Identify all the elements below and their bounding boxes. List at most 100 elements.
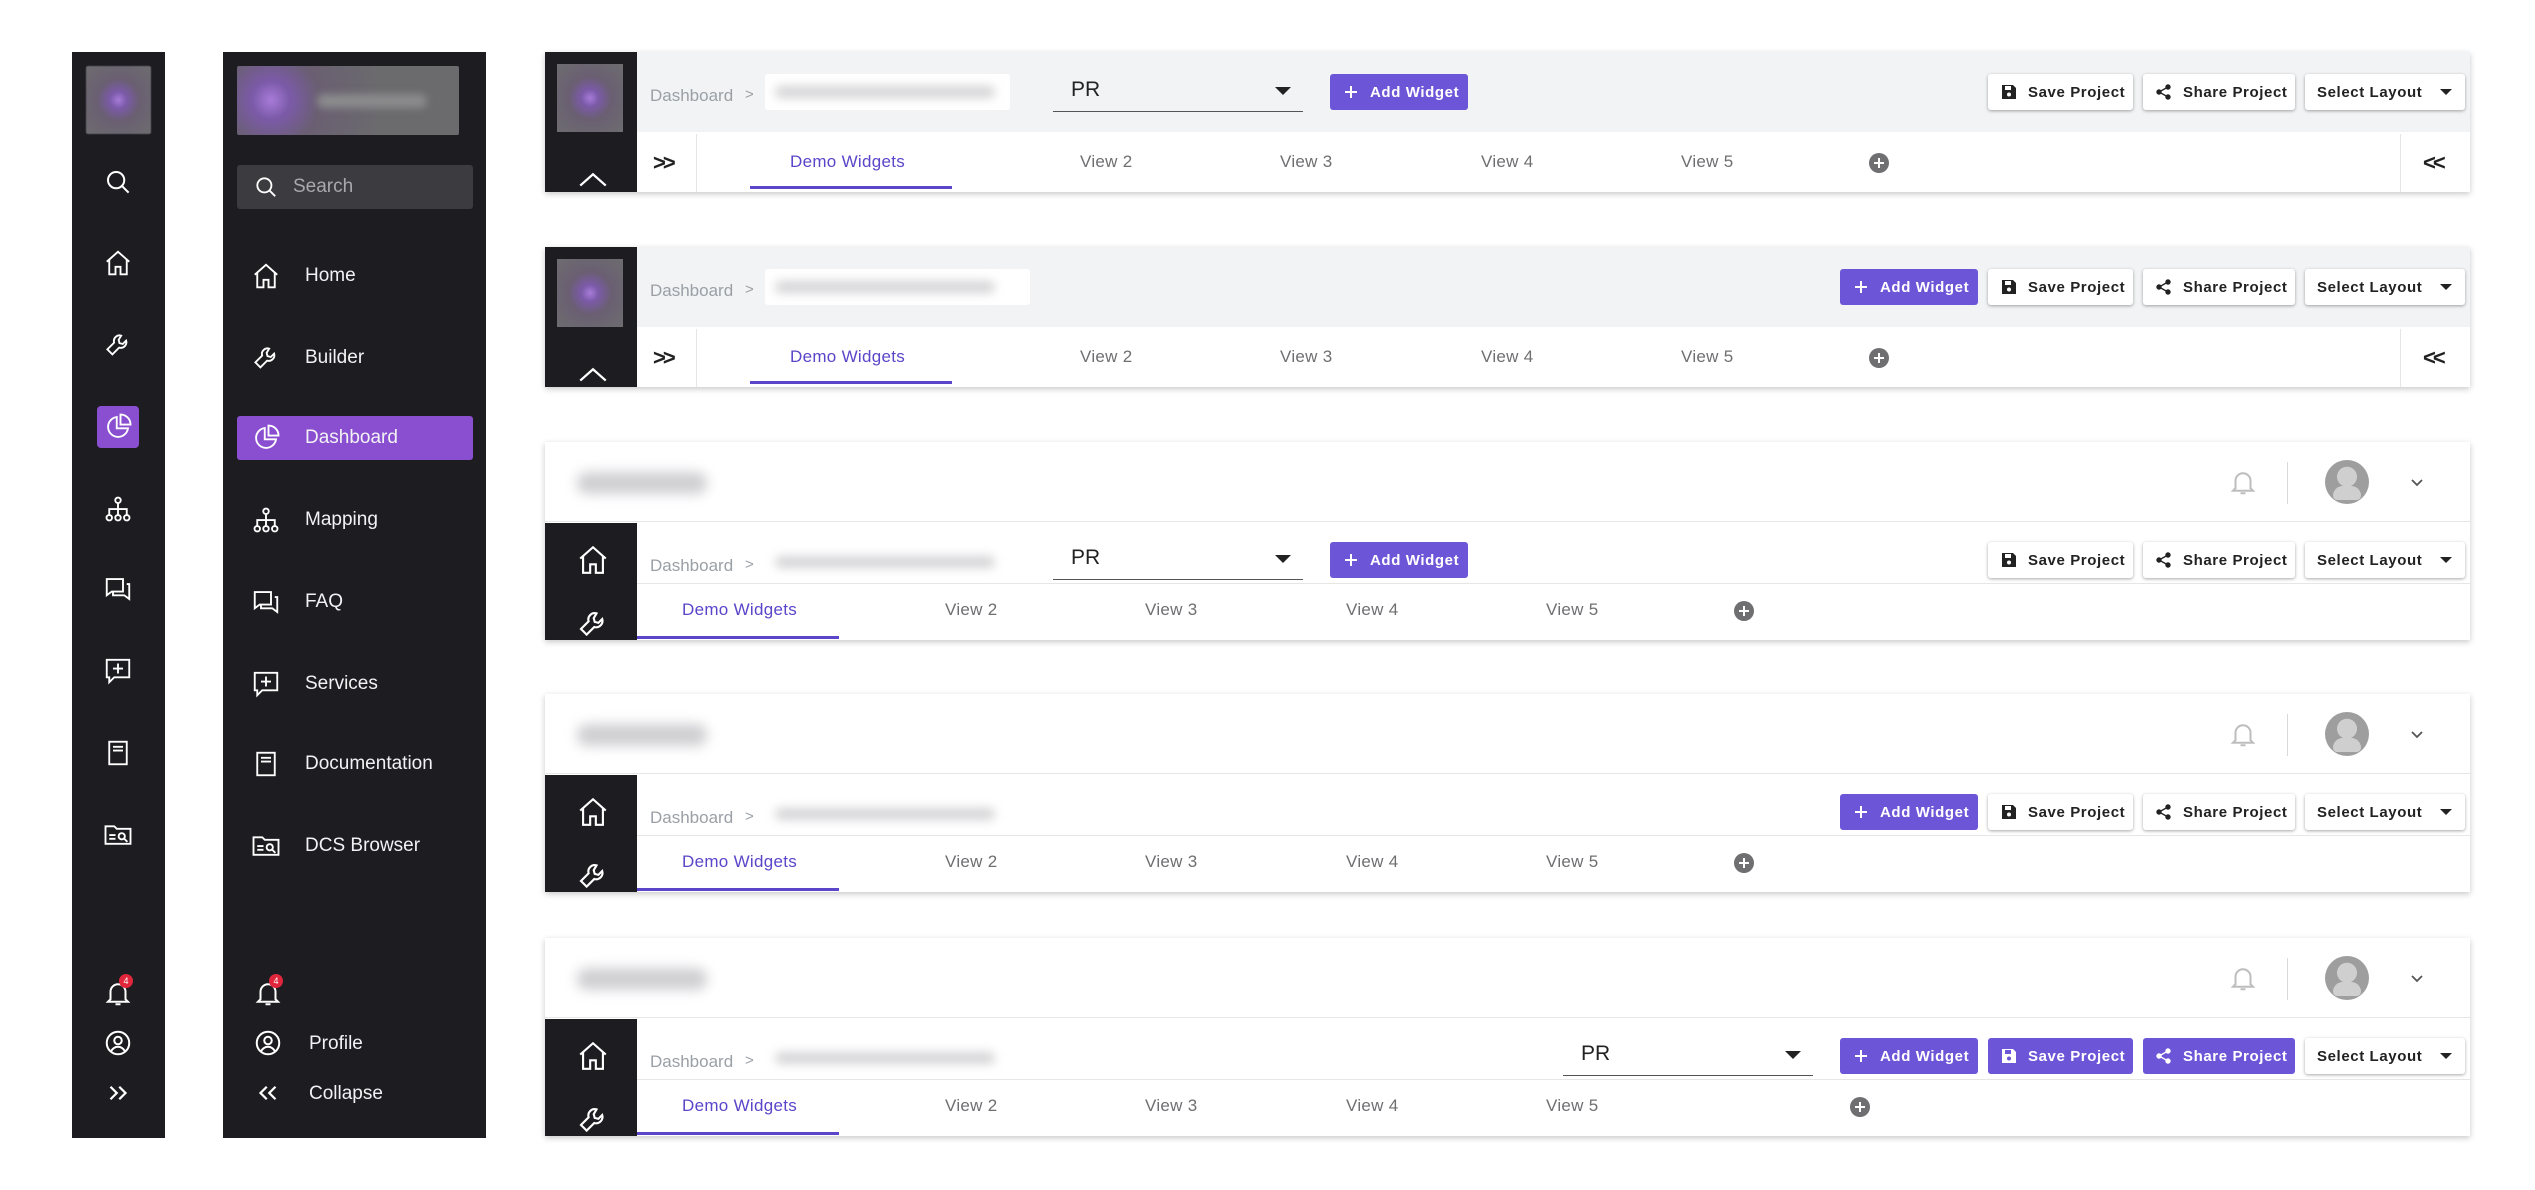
tab-view-3[interactable]: View 3 (1145, 600, 1198, 620)
save-project-button[interactable]: Save Project (1988, 269, 2133, 305)
tab-view-3[interactable]: View 3 (1280, 347, 1333, 367)
tab-view-5[interactable]: View 5 (1546, 1096, 1599, 1116)
home-icon[interactable] (576, 795, 610, 829)
breadcrumb-root[interactable]: Dashboard (650, 86, 733, 106)
tab-view-2[interactable]: View 2 (1080, 152, 1133, 172)
bell-icon[interactable] (2228, 467, 2258, 497)
add-widget-button[interactable]: Add Widget (1330, 74, 1468, 110)
chevron-down-icon[interactable] (2407, 968, 2427, 988)
home-icon[interactable] (576, 543, 610, 577)
save-project-button[interactable]: Save Project (1988, 542, 2133, 578)
avatar[interactable] (2325, 460, 2369, 504)
sidebar-item-mapping[interactable] (97, 488, 139, 530)
tab-demo-widgets[interactable]: Demo Widgets (790, 347, 905, 367)
sidebar-item-documentation[interactable] (97, 732, 139, 774)
share-project-button[interactable]: Share Project (2143, 542, 2295, 578)
breadcrumb-project[interactable] (765, 74, 1010, 110)
breadcrumb-root[interactable]: Dashboard (650, 281, 733, 301)
breadcrumb-project[interactable] (765, 1040, 1010, 1076)
wrench-icon[interactable] (576, 859, 610, 892)
add-widget-button[interactable]: Add Widget (1840, 269, 1978, 305)
search-button[interactable] (97, 161, 139, 203)
notifications-button[interactable]: 4 (97, 972, 139, 1014)
bell-icon[interactable] (2228, 719, 2258, 749)
breadcrumb-root[interactable]: Dashboard (650, 556, 733, 576)
breadcrumb-project[interactable] (765, 796, 1010, 832)
share-project-button[interactable]: Share Project (2143, 269, 2295, 305)
sidebar-item-services[interactable] (97, 650, 139, 692)
save-project-button[interactable]: Save Project (1988, 74, 2133, 110)
profile-button[interactable] (97, 1022, 139, 1064)
tab-demo-widgets[interactable]: Demo Widgets (790, 152, 905, 172)
profile-label[interactable]: Profile (309, 1033, 363, 1055)
chevron-down-icon[interactable] (2407, 472, 2427, 492)
project-select[interactable]: PR (1563, 1036, 1813, 1076)
add-tab-icon[interactable] (1868, 347, 1890, 369)
wrench-icon[interactable] (576, 607, 610, 640)
project-thumbnail[interactable] (557, 259, 623, 327)
sidebar-item-home[interactable] (97, 242, 139, 284)
app-logo[interactable] (237, 66, 459, 135)
select-layout-dropdown[interactable]: Select Layout (2305, 542, 2465, 578)
project-select[interactable]: PR (1053, 540, 1303, 580)
home-icon[interactable] (576, 365, 610, 387)
collapse-panel-button[interactable]: << (2400, 329, 2470, 387)
tab-view-3[interactable]: View 3 (1145, 852, 1198, 872)
sidebar-item-faq[interactable]: FAQ (237, 580, 473, 624)
tab-view-5[interactable]: View 5 (1546, 852, 1599, 872)
avatar[interactable] (2325, 956, 2369, 1000)
sidebar-item-mapping[interactable]: Mapping (237, 498, 473, 542)
select-layout-dropdown[interactable]: Select Layout (2305, 269, 2465, 305)
project-select[interactable]: PR (1053, 72, 1303, 112)
share-project-button[interactable]: Share Project (2143, 794, 2295, 830)
expand-panel-button[interactable]: >> (637, 134, 697, 192)
share-project-button[interactable]: Share Project (2143, 74, 2295, 110)
sidebar-item-dashboard[interactable]: Dashboard (237, 416, 473, 460)
tab-view-4[interactable]: View 4 (1481, 347, 1534, 367)
add-tab-icon[interactable] (1733, 600, 1755, 622)
tab-view-4[interactable]: View 4 (1346, 852, 1399, 872)
tab-view-3[interactable]: View 3 (1145, 1096, 1198, 1116)
tab-view-5[interactable]: View 5 (1681, 152, 1734, 172)
save-project-button[interactable]: Save Project (1988, 1038, 2133, 1074)
project-thumbnail[interactable] (557, 64, 623, 132)
notifications-button[interactable]: 4 (247, 972, 289, 1014)
add-widget-button[interactable]: Add Widget (1840, 1038, 1978, 1074)
add-tab-icon[interactable] (1733, 852, 1755, 874)
tab-view-5[interactable]: View 5 (1546, 600, 1599, 620)
select-layout-dropdown[interactable]: Select Layout (2305, 794, 2465, 830)
tab-demo-widgets[interactable]: Demo Widgets (682, 600, 797, 620)
bell-icon[interactable] (2228, 963, 2258, 993)
home-icon[interactable] (576, 170, 610, 192)
tab-view-5[interactable]: View 5 (1681, 347, 1734, 367)
home-icon[interactable] (576, 1039, 610, 1073)
search-input[interactable]: Search (237, 165, 473, 209)
tab-view-4[interactable]: View 4 (1346, 1096, 1399, 1116)
tab-view-3[interactable]: View 3 (1280, 152, 1333, 172)
expand-panel-button[interactable]: >> (637, 329, 697, 387)
tab-demo-widgets[interactable]: Demo Widgets (682, 1096, 797, 1116)
wrench-icon[interactable] (576, 1103, 610, 1136)
select-layout-dropdown[interactable]: Select Layout (2305, 74, 2465, 110)
expand-sidebar-button[interactable] (97, 1072, 139, 1114)
tab-demo-widgets[interactable]: Demo Widgets (682, 852, 797, 872)
avatar[interactable] (2325, 712, 2369, 756)
sidebar-item-dcs-browser[interactable] (97, 814, 139, 856)
collapse-sidebar-button[interactable] (247, 1072, 289, 1114)
breadcrumb-project[interactable] (765, 269, 1030, 305)
tab-view-2[interactable]: View 2 (945, 852, 998, 872)
sidebar-item-services[interactable]: Services (237, 662, 473, 706)
collapse-label[interactable]: Collapse (309, 1083, 383, 1105)
sidebar-item-builder[interactable] (97, 324, 139, 366)
tab-view-4[interactable]: View 4 (1346, 600, 1399, 620)
breadcrumb-root[interactable]: Dashboard (650, 1052, 733, 1072)
sidebar-item-builder[interactable]: Builder (237, 336, 473, 380)
sidebar-item-documentation[interactable]: Documentation (237, 742, 473, 786)
add-tab-icon[interactable] (1868, 152, 1890, 174)
share-project-button[interactable]: Share Project (2143, 1038, 2295, 1074)
profile-button[interactable] (247, 1022, 289, 1064)
tab-view-2[interactable]: View 2 (1080, 347, 1133, 367)
breadcrumb-root[interactable]: Dashboard (650, 808, 733, 828)
tab-view-2[interactable]: View 2 (945, 1096, 998, 1116)
sidebar-item-dcs-browser[interactable]: DCS Browser (237, 824, 473, 868)
